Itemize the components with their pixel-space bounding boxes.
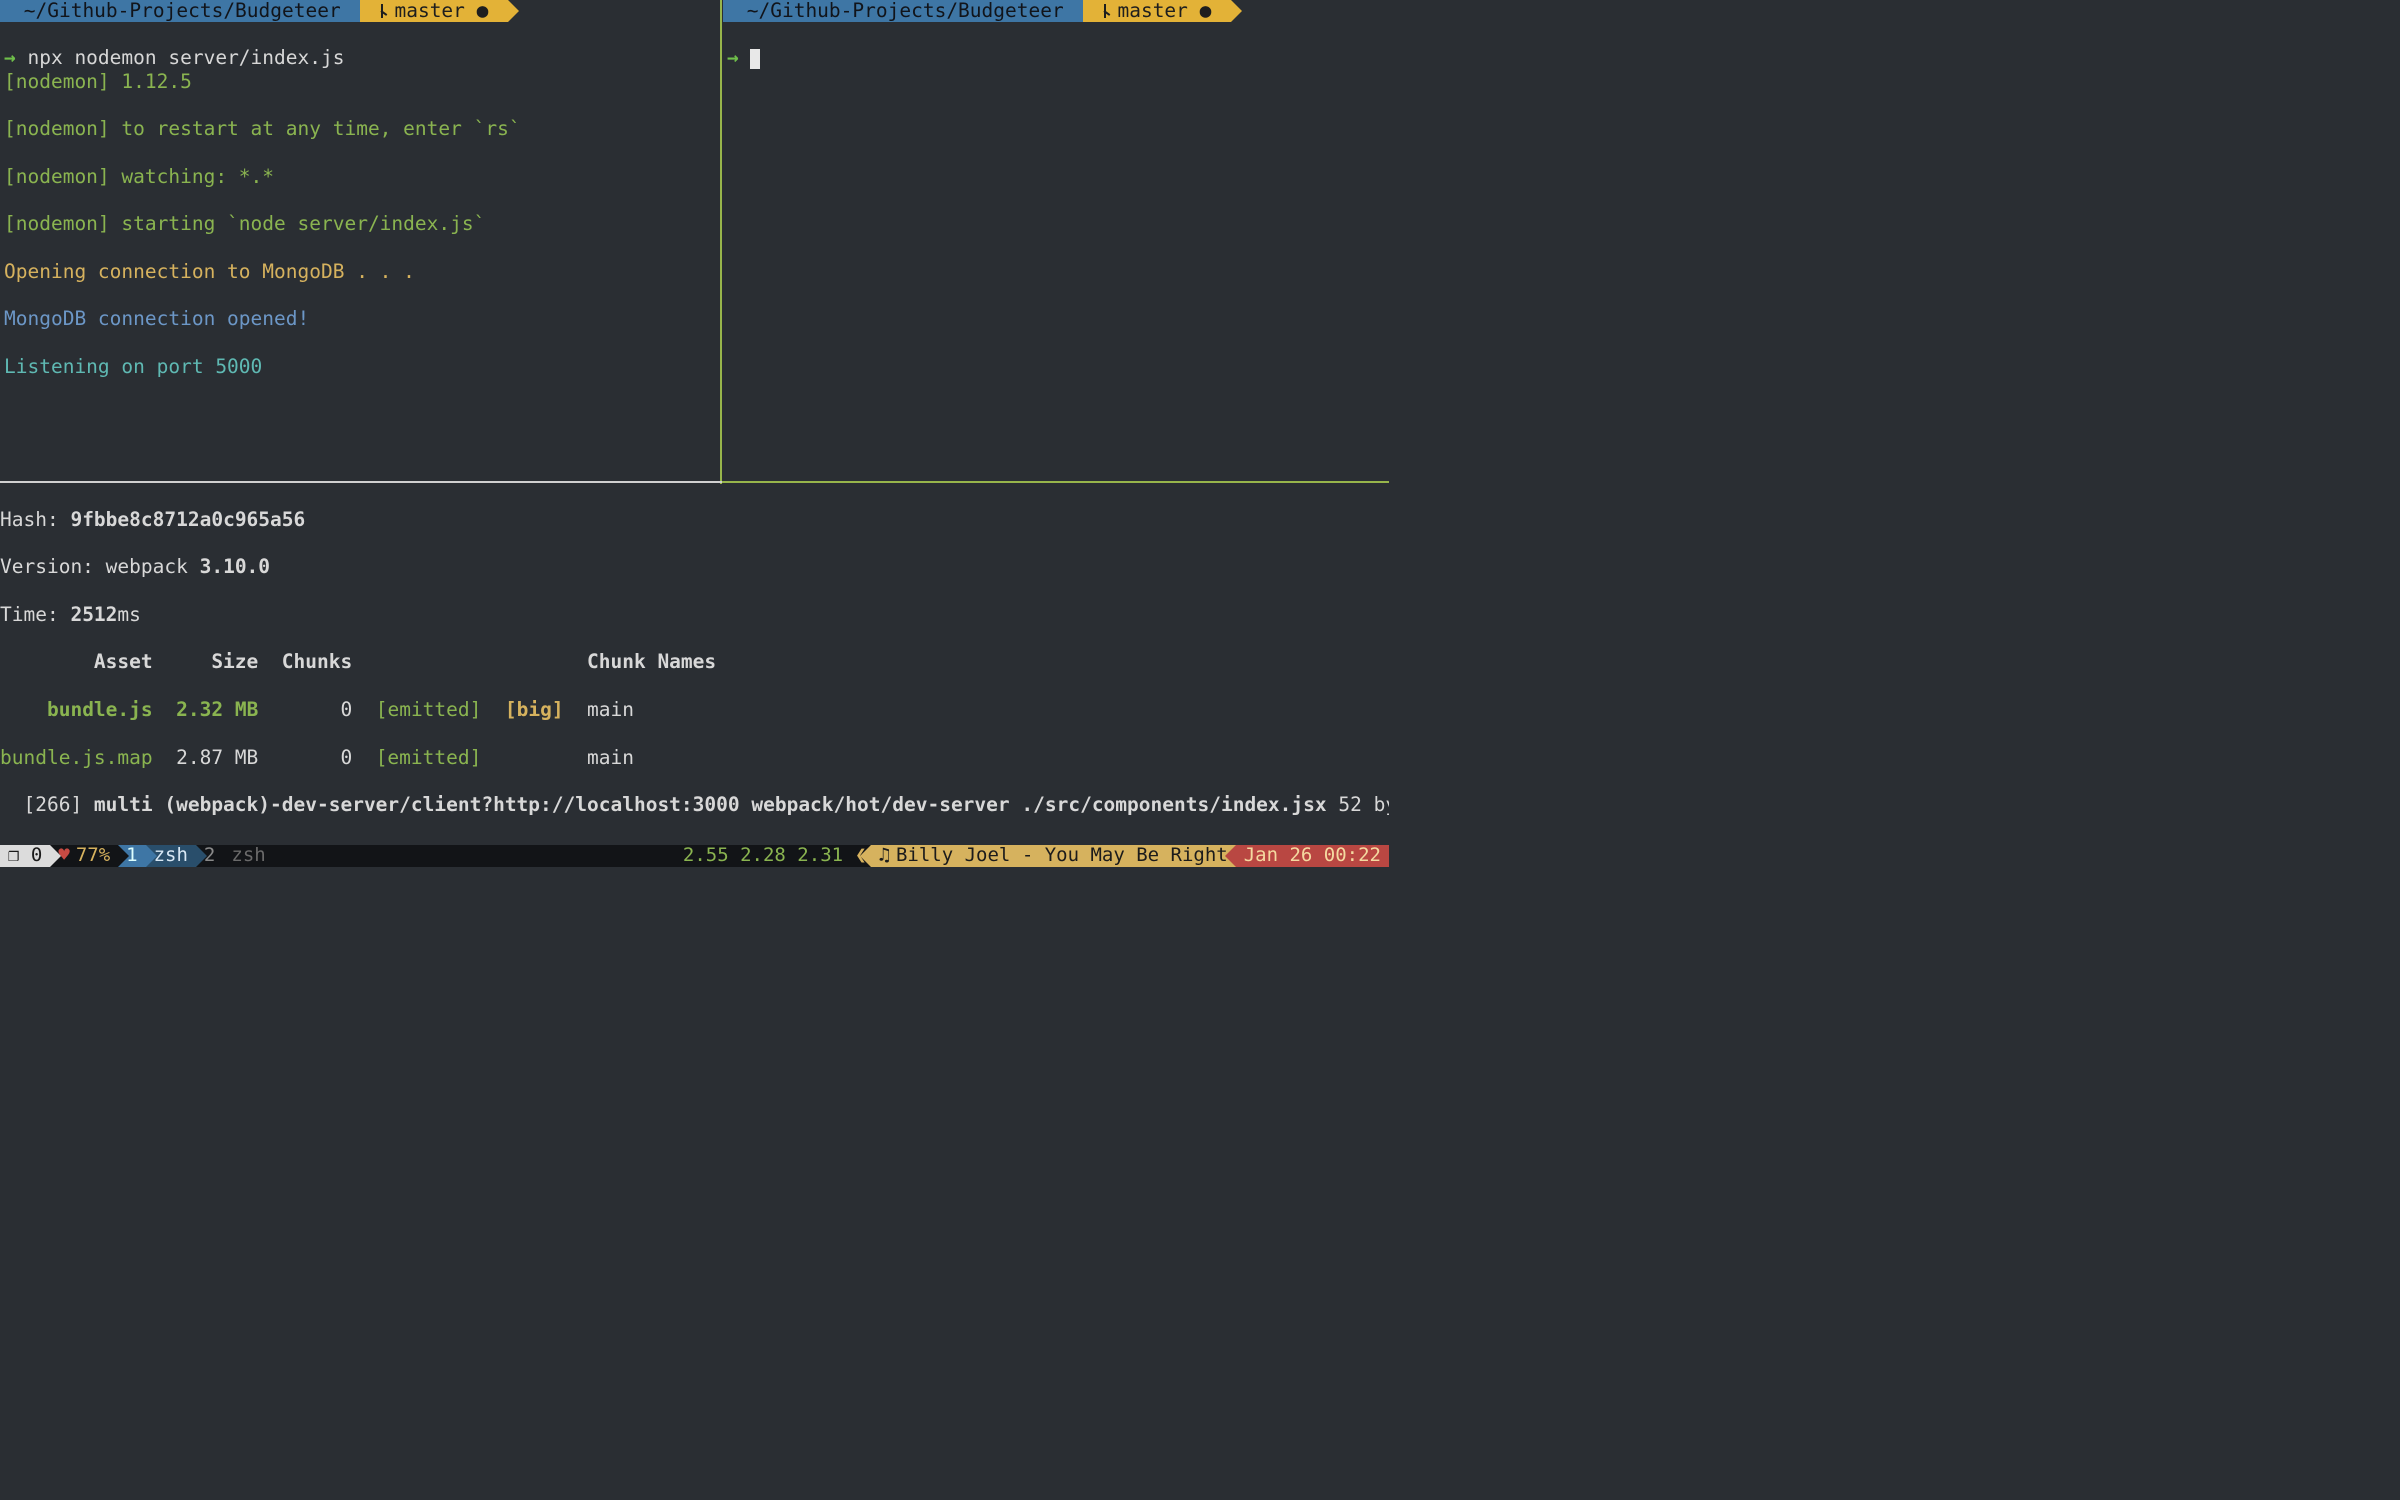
git-branch-icon (1101, 4, 1111, 18)
output-line: Listening on port 5000 (4, 355, 716, 379)
clock: Jan 26 00:22 (1236, 845, 1389, 867)
entry-module: multi (webpack)-dev-server/client?http:/… (94, 793, 1327, 816)
now-playing: ♫ Billy Joel - You May Be Right (871, 845, 1236, 867)
hash-label: Hash: (0, 508, 70, 531)
now-playing-title: Billy Joel - You May Be Right (896, 844, 1228, 867)
pane-divider-horizontal-active (722, 481, 1389, 483)
session-icon: ❐ (8, 844, 19, 867)
pane-bottom[interactable]: Hash: 9fbbe8c8712a0c965a56 Version: webp… (0, 484, 1389, 841)
prompt-path-segment: ~/Github-Projects/Budgeteer (723, 0, 1083, 22)
assets-header: Asset Size Chunks Chunk Names (0, 650, 716, 673)
prompt-branch: master (394, 0, 464, 23)
clock-text: Jan 26 00:22 (1244, 844, 1381, 867)
emitted-tag: [emitted] (376, 698, 482, 721)
pane-top-right[interactable]: ~/Github-Projects/Budgeteer master ● → (723, 0, 1389, 481)
window-other-name[interactable]: zsh (223, 845, 273, 867)
pane-divider-vertical[interactable] (720, 0, 722, 484)
prompt-path-segment: ~/Github-Projects/Budgeteer (0, 0, 360, 22)
prompt-left: ~/Github-Projects/Budgeteer master ● (0, 0, 720, 22)
load-average: 2.55 2.28 2.31 (675, 845, 851, 867)
terminal-output-left[interactable]: → npx nodemon server/index.js [nodemon] … (0, 22, 720, 426)
prompt-arrow-icon: → (727, 46, 750, 69)
terminal-output-right[interactable]: → (723, 22, 1389, 93)
prompt-path: ~/Github-Projects/Budgeteer (12, 0, 352, 23)
prompt-path: ~/Github-Projects/Budgeteer (735, 0, 1075, 23)
version-label: Version: webpack (0, 555, 200, 578)
music-note-icon: ♫ (879, 844, 890, 867)
webpack-output: Hash: 9fbbe8c8712a0c965a56 Version: webp… (0, 484, 1389, 841)
tmux-screen: ~/Github-Projects/Budgeteer master ● → n… (0, 0, 1389, 867)
output-line: [nodemon] 1.12.5 (4, 70, 716, 94)
battery-pct: 77% (76, 844, 110, 867)
time-label: Time: (0, 603, 70, 626)
prompt-branch: master (1117, 0, 1187, 23)
text-cursor[interactable] (750, 49, 760, 69)
output-line: Opening connection to MongoDB . . . (4, 260, 716, 284)
session-indicator[interactable]: ❐ 0 (0, 845, 50, 867)
prompt-dirty-dot: ● (1188, 0, 1223, 23)
output-line: MongoDB connection opened! (4, 307, 716, 331)
prompt-arrow-icon: → (4, 46, 27, 69)
pane-top-left[interactable]: ~/Github-Projects/Budgeteer master ● → n… (0, 0, 720, 481)
asset-name: bundle.js.map (0, 746, 153, 769)
output-line: [nodemon] starting `node server/index.js… (4, 212, 716, 236)
status-spacer (274, 845, 675, 867)
time-value: 2512 (70, 603, 117, 626)
asset-name: bundle.js (47, 698, 153, 721)
prompt-right: ~/Github-Projects/Budgeteer master ● (723, 0, 1389, 22)
version-value: 3.10.0 (200, 555, 270, 578)
big-tag: [big] (505, 698, 564, 721)
prompt-branch-segment: master ● (360, 0, 508, 22)
emitted-tag: [emitted] (376, 746, 482, 769)
prompt-branch-segment: master ● (1083, 0, 1231, 22)
asset-size: 2.32 MB (176, 698, 258, 721)
prompt-dirty-dot: ● (465, 0, 500, 23)
git-branch-icon (378, 4, 388, 18)
tmux-status-bar: ❐ 0 ♥77% 1 zsh 2 zsh 2.55 2.28 2.31 ❮ ♫B… (0, 845, 1389, 867)
last-command: npx nodemon server/index.js (27, 46, 344, 69)
output-line: [nodemon] watching: *.* (4, 165, 716, 189)
output-line: [nodemon] to restart at any time, enter … (4, 117, 716, 141)
session-id: 0 (31, 844, 42, 867)
hash-value: 9fbbe8c8712a0c965a56 (70, 508, 305, 531)
